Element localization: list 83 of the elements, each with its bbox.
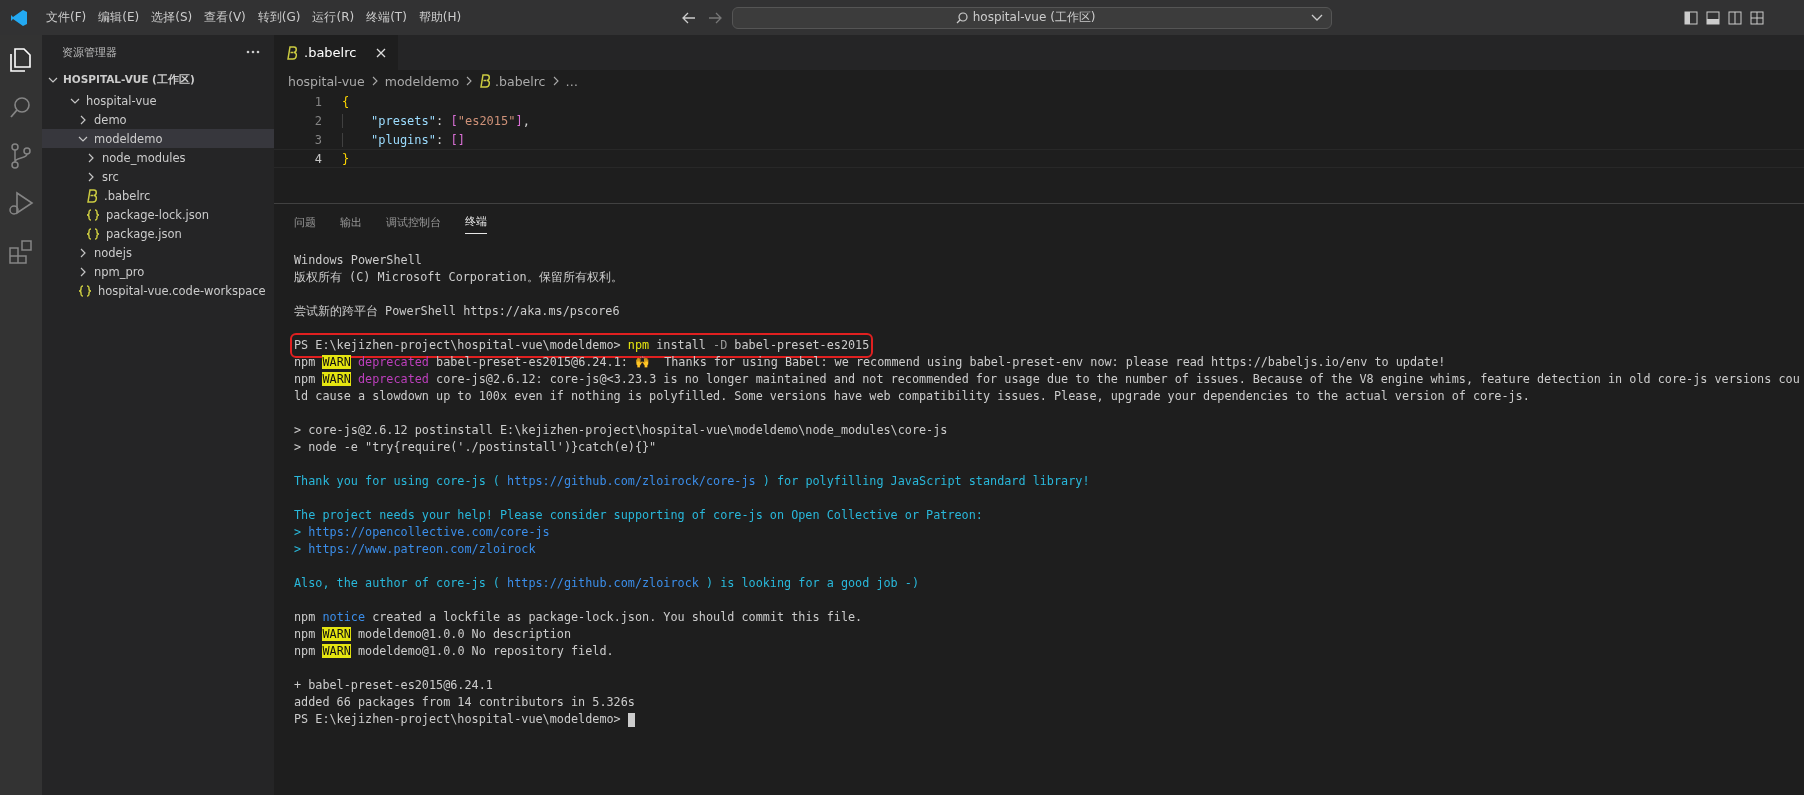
sidebar-layout-icon[interactable] — [1684, 10, 1698, 25]
menu-item[interactable]: 转到(G) — [251, 9, 307, 26]
back-arrow-icon[interactable] — [681, 11, 696, 24]
terminal-link[interactable]: https://github.com/zloirock/core-js — [507, 474, 756, 488]
code-line: { — [342, 94, 350, 109]
forward-arrow-icon[interactable] — [707, 11, 722, 24]
menu-item[interactable]: 终端(T) — [360, 9, 413, 26]
terminal-line: 版权所有 (C) Microsoft Corporation。保留所有权利。 — [294, 269, 623, 286]
code-line: } — [342, 151, 350, 166]
grid-layout-icon[interactable] — [1750, 10, 1764, 25]
workspace-header[interactable]: HOSPITAL-VUE (工作区) — [42, 69, 274, 91]
terminal-line: > https://www.patreon.com/zloirock — [294, 541, 536, 558]
tree-item[interactable]: package-lock.json — [42, 205, 274, 224]
search-icon — [955, 11, 968, 24]
babel-file-icon — [286, 45, 298, 60]
line-number: 2 — [313, 113, 322, 128]
terminal-line: npm WARN deprecated core-js@2.6.12: core-js@<3.23.3 is no longer maintained and not recommended for usage due to the number of issues. Because of the V8 engine whims, feature detection in old core-js versions cou — [294, 371, 1800, 388]
terminal-line: + babel-preset-es2015@6.24.1 — [294, 677, 493, 694]
terminal-line: The project needs your help! Please consider supporting of core-js on Open Collective or Patreon: — [294, 507, 983, 524]
terminal-line: npm WARN modeldemo@1.0.0 No description — [294, 626, 572, 643]
more-icon[interactable] — [246, 50, 260, 54]
tree-item[interactable]: src — [42, 167, 274, 186]
menu-item[interactable]: 文件(F) — [40, 9, 93, 26]
terminal-line: > https://opencollective.com/core-js — [294, 524, 550, 541]
terminal-line: PS E:\kejizhen-project\hospital-vue\modeldemo> — [294, 711, 622, 728]
panel-tab[interactable]: 调试控制台 — [386, 208, 441, 234]
tree-item[interactable]: hospital-vue.code-workspace — [42, 281, 274, 300]
editor-tab[interactable]: .babelrc — [274, 35, 399, 70]
breadcrumb-item[interactable]: hospital-vue — [288, 73, 365, 89]
chevron-right-icon — [551, 76, 560, 86]
line-number: 4 — [313, 151, 322, 166]
terminal-line: Also, the author of core-js ( https://github.com/zloirock ) is looking for a good job -) — [294, 575, 920, 592]
line-number: 1 — [313, 94, 322, 109]
menu-item[interactable]: 运行(R) — [306, 9, 361, 26]
tree-item[interactable]: package.json — [42, 224, 274, 243]
chevron-right-icon — [370, 76, 379, 86]
terminal-line: npm WARN deprecated babel-preset-es2015@6.24.1: 🙌 Thanks for using Babel: we recommend using babel-preset-env now: please read https://babeljs.io/env to update! — [294, 354, 1446, 371]
terminal-line: npm WARN modeldemo@1.0.0 No repository field. — [294, 643, 614, 660]
code-line: "presets": ["es2015"], — [342, 113, 530, 128]
terminal-link[interactable]: https://github.com/zloirock — [507, 576, 699, 590]
close-icon[interactable] — [376, 47, 387, 58]
terminal-line: > core-js@2.6.12 postinstall E:\kejizhen-project\hospital-vue\modeldemo\node_modules\core-js — [294, 422, 948, 439]
json-file-icon — [86, 207, 100, 222]
json-file-icon — [86, 226, 100, 241]
command-center[interactable]: hospital-vue (工作区) — [731, 6, 1332, 29]
sidebar-title: 资源管理器 — [62, 44, 117, 60]
split-layout-icon[interactable] — [1728, 10, 1742, 25]
panel-tab[interactable]: 问题 — [294, 208, 316, 234]
command-center-text: hospital-vue (工作区) — [972, 9, 1096, 26]
code-line: "plugins": [] — [342, 132, 465, 147]
line-number: 3 — [313, 132, 322, 147]
terminal-line: ld cause a slowdown up to 100x even if nothing is polyfilled. Some versions have web compatibility issues. Please, upgrade your dependencies to the actual version of core-js. — [294, 388, 1530, 405]
panel-layout-icon[interactable] — [1706, 10, 1720, 25]
breadcrumb-item[interactable]: … — [565, 73, 578, 89]
panel-tab[interactable]: 输出 — [340, 208, 362, 234]
terminal-line: Thank you for using core-js ( https://github.com/zloirock/core-js ) for polyfilling JavaScript standard library! — [294, 473, 1090, 490]
menu-item[interactable]: 查看(V) — [198, 9, 252, 26]
terminal-line: added 66 packages from 14 contributors in 5.326s — [294, 694, 635, 711]
terminal-line: 尝试新的跨平台 PowerShell https://aka.ms/pscore6 — [294, 303, 620, 320]
tree-item[interactable]: demo — [42, 110, 274, 129]
terminal-line: > node -e "try{require('./postinstall')}catch(e){}" — [294, 439, 657, 456]
terminal-line: Windows PowerShell — [294, 252, 422, 269]
chevron-down-icon — [1310, 13, 1323, 22]
menu-item[interactable]: 帮助(H) — [412, 9, 468, 26]
panel-tab[interactable]: 终端 — [465, 208, 487, 234]
terminal-link[interactable]: https://opencollective.com/core-js — [308, 525, 550, 539]
terminal-link[interactable]: https://www.patreon.com/zloirock — [308, 542, 536, 556]
tree-item[interactable]: .babelrc — [42, 186, 274, 205]
breadcrumb-item[interactable]: modeldemo — [384, 73, 460, 89]
tree-item[interactable]: modeldemo — [42, 129, 274, 148]
json-file-icon — [78, 283, 92, 298]
tree-item[interactable]: nodejs — [42, 243, 274, 262]
babel-file-icon — [86, 188, 98, 203]
menu-item[interactable]: 选择(S) — [145, 9, 199, 26]
tree-item[interactable]: node_modules — [42, 148, 274, 167]
tree-item[interactable]: hospital-vue — [42, 91, 274, 110]
tree-item[interactable]: npm_pro — [42, 262, 274, 281]
breadcrumb-item[interactable]: .babelrc — [495, 73, 546, 89]
chevron-right-icon — [465, 76, 474, 86]
menu-item[interactable]: 编辑(E) — [92, 9, 146, 26]
app-logo-icon — [10, 8, 28, 27]
babel-file-icon — [479, 74, 492, 88]
terminal-line: npm notice created a lockfile as package-lock.json. You should commit this file. — [294, 609, 863, 626]
